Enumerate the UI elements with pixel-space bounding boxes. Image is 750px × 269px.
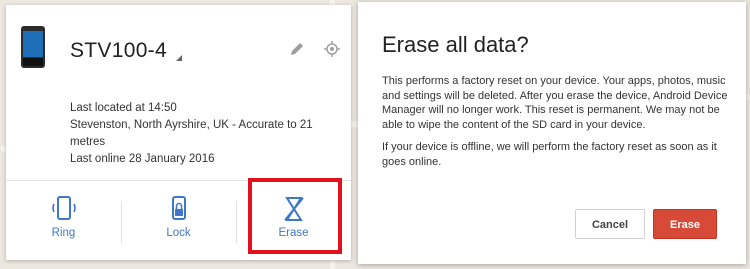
device-name[interactable]: STV100-4: [70, 39, 167, 63]
erase-highlight-box: [248, 178, 342, 254]
locate-icon[interactable]: [324, 41, 340, 57]
confirm-erase-button[interactable]: Erase: [653, 209, 717, 239]
dialog-paragraph: This performs a factory reset on your de…: [382, 75, 728, 131]
dialog-title: Erase all data?: [382, 32, 529, 57]
last-located-text: Last located at 14:50: [70, 102, 177, 114]
cancel-button[interactable]: Cancel: [575, 209, 645, 239]
ring-label: Ring: [51, 227, 76, 239]
erase-dialog: Erase all data? This performs a factory …: [358, 2, 746, 264]
phone-device-icon: [21, 26, 45, 68]
lock-button[interactable]: Lock: [121, 181, 236, 261]
ring-button[interactable]: Ring: [6, 181, 121, 261]
device-info: Last located at 14:50 Stevenston, North …: [70, 100, 340, 168]
dialog-paragraph: If your device is offline, we will perfo…: [382, 141, 717, 168]
pencil-icon[interactable]: [289, 41, 305, 57]
location-text: Stevenston, North Ayrshire, UK - Accurat…: [70, 119, 313, 148]
lock-icon: [171, 196, 186, 220]
dialog-body: This performs a factory reset on your de…: [382, 74, 732, 177]
lock-label: Lock: [166, 227, 191, 239]
last-online-text: Last online 28 January 2016: [70, 153, 215, 165]
phone-ring-icon: [51, 196, 76, 220]
device-selector-caret-icon[interactable]: [176, 55, 182, 61]
